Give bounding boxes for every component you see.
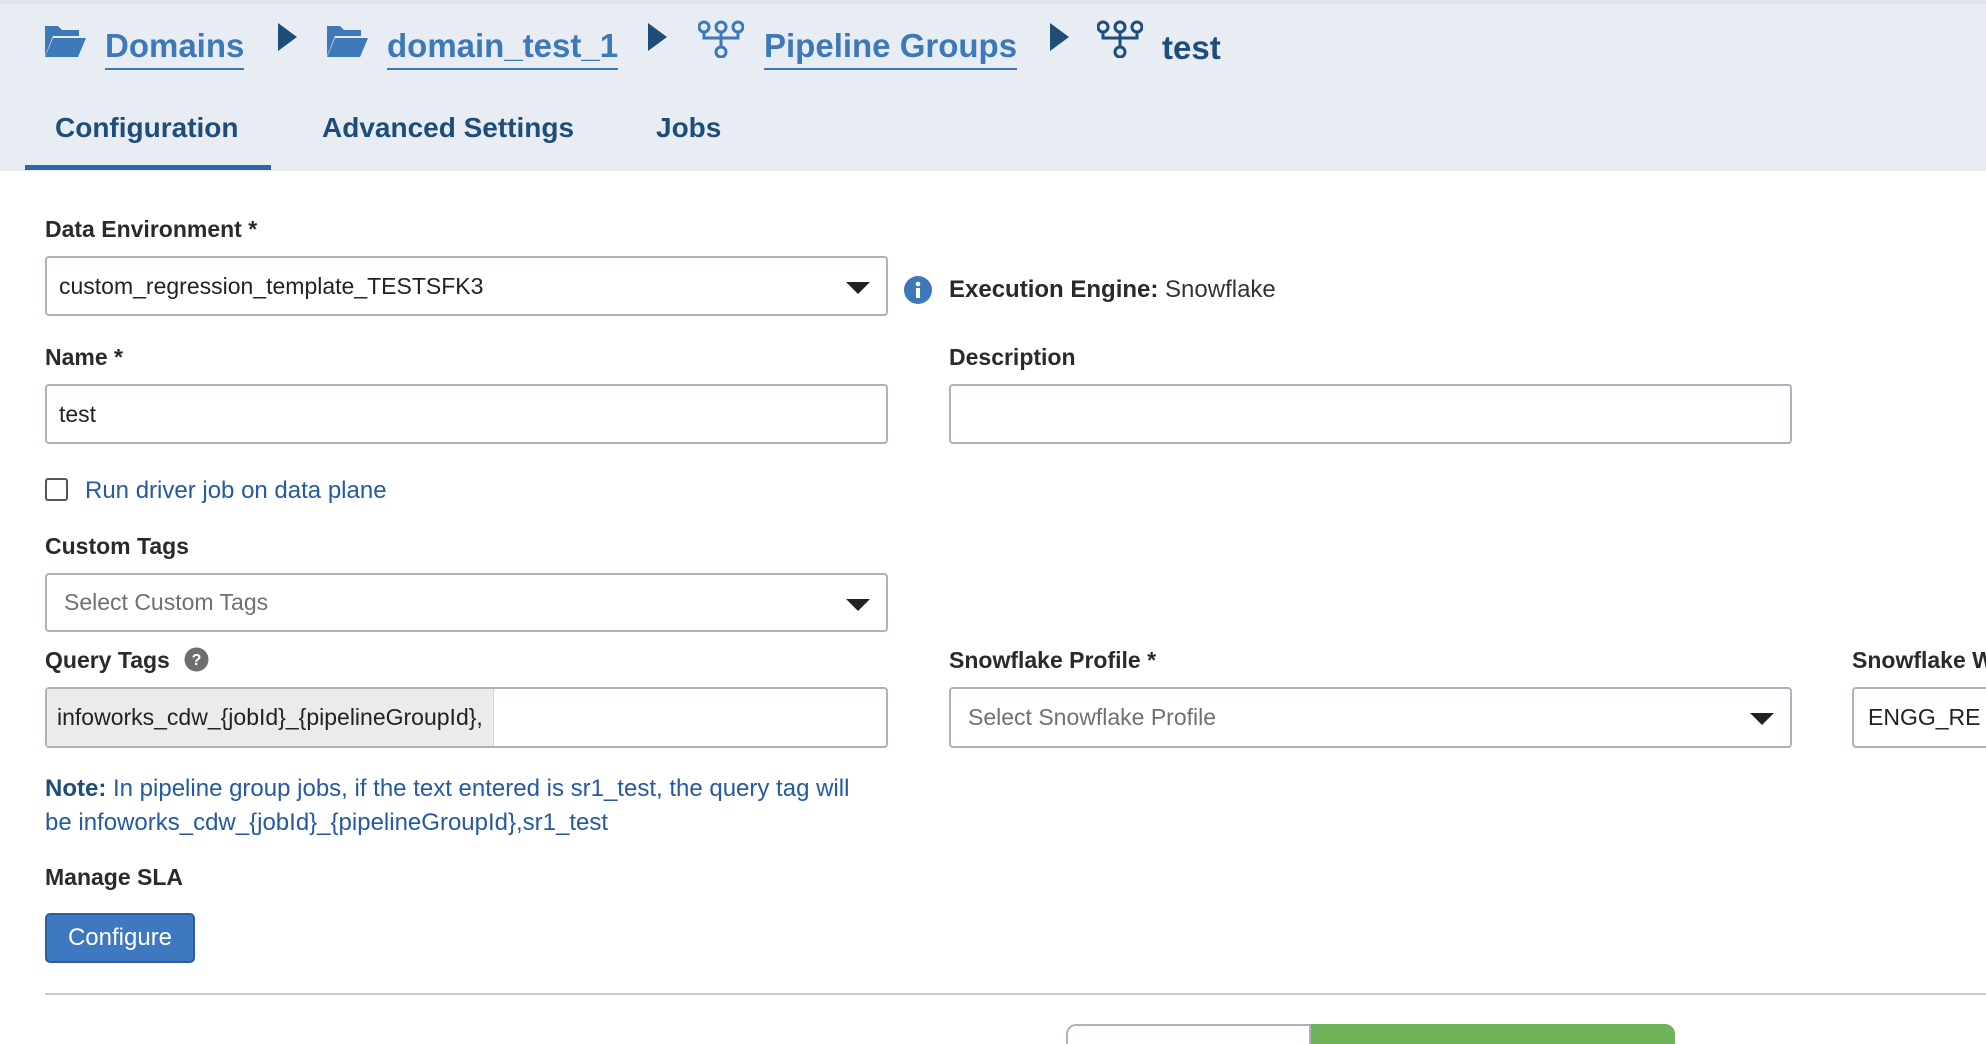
query-tags-note: Note: In pipeline group jobs, if the tex… xyxy=(45,772,849,840)
custom-tags-select[interactable]: Select Custom Tags xyxy=(45,573,888,632)
page-title: test xyxy=(1162,29,1221,66)
query-tags-input[interactable]: infoworks_cdw_{jobId}_{pipelineGroupId}, xyxy=(45,687,888,748)
svg-text:?: ? xyxy=(192,652,202,669)
pipeline-icon xyxy=(698,20,744,58)
breadcrumb-label[interactable]: domain_test_1 xyxy=(387,27,619,70)
snowflake-profile-label: Snowflake Profile * xyxy=(949,647,1157,673)
chevron-down-icon xyxy=(846,599,870,611)
folder-open-icon xyxy=(45,26,86,57)
note-line-2: be infoworks_cdw_{jobId}_{pipelineGroupI… xyxy=(45,809,609,836)
custom-tags-placeholder: Select Custom Tags xyxy=(64,589,269,615)
note-prefix: Note: xyxy=(45,775,107,802)
breadcrumb-item-domain[interactable]: domain_test_1 xyxy=(387,18,619,78)
snowflake-profile-select[interactable]: Select Snowflake Profile xyxy=(949,687,1792,748)
tab-advanced-settings[interactable]: Advanced Settings xyxy=(322,112,574,144)
data-environment-value: custom_regression_template_TESTSFK3 xyxy=(59,272,484,299)
note-line-1: In pipeline group jobs, if the text ente… xyxy=(106,775,850,802)
breadcrumb-item-pipeline-groups[interactable]: Pipeline Groups xyxy=(764,18,1018,78)
save-button[interactable] xyxy=(1311,1024,1675,1044)
manage-sla-label: Manage SLA xyxy=(45,864,184,890)
snowflake-warehouse-value: ENGG_RE xyxy=(1868,704,1981,730)
snowflake-warehouse-label: Snowflake W xyxy=(1852,647,1986,673)
pipeline-icon xyxy=(1097,20,1143,58)
name-value: test xyxy=(59,400,97,427)
cancel-button[interactable] xyxy=(1066,1024,1311,1044)
run-driver-label[interactable]: Run driver job on data plane xyxy=(85,477,387,505)
snowflake-profile-placeholder: Select Snowflake Profile xyxy=(968,704,1217,730)
query-tag-chip-text: infoworks_cdw_{jobId}_{pipelineGroupId}, xyxy=(57,704,483,730)
custom-tags-label: Custom Tags xyxy=(45,533,189,559)
folder-open-icon xyxy=(327,26,368,57)
configure-button[interactable]: Configure xyxy=(45,913,195,963)
info-icon xyxy=(904,276,932,304)
breadcrumb-item-domains[interactable]: Domains xyxy=(105,18,245,78)
execution-engine-label: Execution Engine: xyxy=(949,276,1159,303)
execution-engine-value: Snowflake xyxy=(1165,276,1276,303)
page-header: Domains domain_test_1 Pipeline Groups te… xyxy=(0,0,1986,171)
chevron-right-icon xyxy=(648,23,667,51)
run-driver-checkbox[interactable] xyxy=(45,478,68,501)
tab-jobs[interactable]: Jobs xyxy=(656,112,721,144)
data-environment-label: Data Environment * xyxy=(45,216,258,242)
data-environment-select[interactable]: custom_regression_template_TESTSFK3 xyxy=(45,256,888,316)
name-input[interactable]: test xyxy=(45,384,888,444)
query-tag-chip: infoworks_cdw_{jobId}_{pipelineGroupId}, xyxy=(47,689,494,746)
name-label: Name * xyxy=(45,344,123,370)
query-tags-label: Query Tags xyxy=(45,647,170,673)
execution-engine: Execution Engine: Snowflake xyxy=(949,276,1276,304)
snowflake-warehouse-input[interactable]: ENGG_RE xyxy=(1852,687,1986,748)
chevron-right-icon xyxy=(278,23,297,51)
description-label: Description xyxy=(949,344,1076,370)
divider xyxy=(45,993,1986,995)
breadcrumb-item-current: test xyxy=(1162,18,1221,78)
tab-configuration[interactable]: Configuration xyxy=(55,112,239,144)
chevron-down-icon xyxy=(846,282,870,294)
description-input[interactable] xyxy=(949,384,1792,444)
chevron-down-icon xyxy=(1750,713,1774,725)
help-icon[interactable]: ? xyxy=(184,647,209,672)
chevron-right-icon xyxy=(1050,23,1069,51)
active-tab-indicator xyxy=(25,165,271,170)
breadcrumb-label[interactable]: Pipeline Groups xyxy=(764,27,1018,70)
breadcrumb-label[interactable]: Domains xyxy=(105,27,245,70)
